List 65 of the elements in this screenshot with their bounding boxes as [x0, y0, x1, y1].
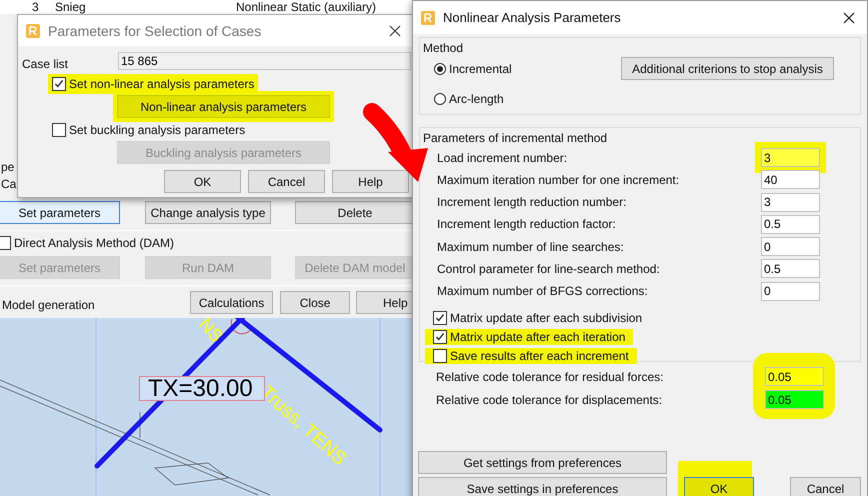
member-label: NS: [194, 314, 227, 347]
number-field[interactable]: 0: [761, 282, 820, 301]
number-field[interactable]: 0.05: [765, 390, 824, 409]
number-field[interactable]: 3: [761, 148, 820, 167]
radio-button[interactable]: [434, 93, 446, 105]
app-logo-icon: [421, 10, 435, 24]
app-logo-icon: [26, 24, 40, 38]
action-button[interactable]: Calculations: [190, 291, 274, 314]
parameter-label: Relative code tolerance for residual forces:: [436, 370, 664, 384]
table-row[interactable]: 3 Snieg Nonlinear Static (auxiliary): [0, 0, 415, 14]
action-button[interactable]: Set parameters: [0, 201, 120, 224]
action-button[interactable]: Change analysis type: [145, 201, 271, 224]
radio-button[interactable]: [434, 62, 446, 74]
close-icon[interactable]: [843, 12, 855, 24]
checkbox[interactable]: [0, 236, 11, 250]
checkbox-label: Direct Analysis Method (DAM): [14, 236, 174, 250]
window-title: Parameters for Selection of Cases: [48, 22, 262, 38]
action-button[interactable]: Close: [280, 291, 350, 314]
radio-label: Incremental: [449, 62, 512, 76]
group-label: Method: [423, 41, 464, 55]
ok-button[interactable]: OK: [684, 477, 754, 496]
checkbox-label: Set buckling analysis parameters: [69, 123, 246, 137]
section-label: Model generation: [2, 296, 96, 312]
radio-label: Arc-length: [449, 92, 504, 106]
checkbox[interactable]: [433, 330, 447, 344]
checkbox[interactable]: [52, 77, 66, 91]
parameter-label: Maximum number of BFGS corrections:: [437, 284, 648, 298]
number-field[interactable]: 0.5: [761, 214, 820, 234]
field-label: Case list: [22, 56, 70, 71]
close-icon[interactable]: [389, 24, 401, 36]
dialog-button[interactable]: Cancel: [248, 170, 325, 193]
support-icon: [230, 318, 252, 334]
action-button[interactable]: Delete: [295, 201, 415, 224]
parameter-label: Load increment number:: [437, 150, 568, 164]
dialog-button[interactable]: Help: [332, 170, 409, 193]
checkbox-label: Save results after each increment: [450, 348, 629, 363]
number-field[interactable]: 3: [761, 192, 820, 212]
cancel-button[interactable]: Cancel: [790, 477, 861, 496]
window-title: Nonlinear Analysis Parameters: [443, 10, 622, 25]
load-label: TX=30.00: [139, 376, 265, 401]
number-field[interactable]: 0.05: [765, 367, 824, 386]
cut-label: Ca: [1, 177, 16, 191]
checkbox[interactable]: [433, 348, 447, 363]
case-list-field[interactable]: 15 865: [118, 52, 411, 70]
number-field[interactable]: 0: [761, 237, 820, 256]
checkbox-label: Matrix update after each subdivision: [450, 310, 642, 325]
checkbox[interactable]: [433, 310, 447, 325]
criteria-button[interactable]: Additional criterions to stop analysis: [621, 57, 834, 80]
action-button[interactable]: Help: [356, 291, 415, 314]
parameter-label: Increment length reduction number:: [437, 195, 626, 210]
group-label: Parameters of incremental method: [423, 131, 608, 145]
parameter-label: Increment length reduction factor:: [437, 217, 616, 232]
parameter-label: Maximum number of line searches:: [437, 240, 624, 254]
checkbox-label: Set non-linear analysis parameters: [69, 77, 254, 91]
number-field[interactable]: 0.5: [761, 259, 820, 278]
number-field[interactable]: 40: [761, 170, 820, 190]
parameter-label: Relative code tolerance for displacements:: [436, 392, 662, 406]
checkbox[interactable]: [52, 123, 66, 137]
preferences-button[interactable]: Save settings in preferences: [418, 477, 667, 496]
cut-label: pe: [1, 160, 14, 174]
parameter-label: Maximum iteration number for one increment:: [437, 172, 680, 187]
parameter-label: Control parameter for line-search method:: [437, 262, 660, 276]
dialog-button[interactable]: OK: [164, 170, 241, 193]
preferences-button[interactable]: Get settings from preferences: [418, 451, 667, 474]
checkbox-label: Matrix update after each iteration: [450, 330, 626, 344]
